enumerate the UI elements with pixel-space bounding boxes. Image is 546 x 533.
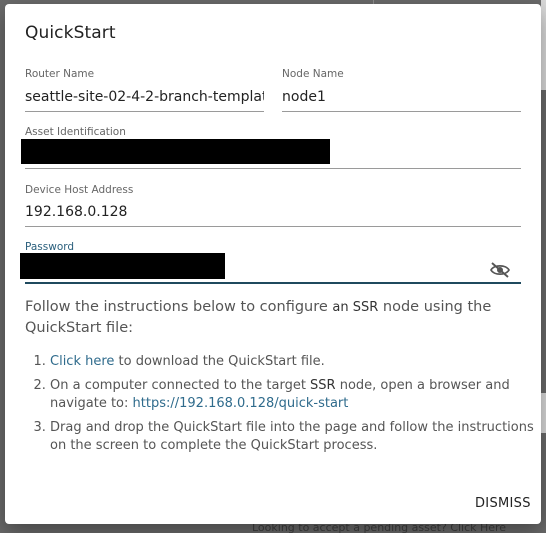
node-name-label: Node Name (282, 68, 344, 80)
eye-off-icon[interactable] (489, 261, 511, 279)
instruction-step-2-text: On a computer connected to the target (50, 378, 311, 393)
device-host-address-value[interactable]: 192.168.0.128 (25, 204, 127, 220)
background-panel-edge (541, 0, 546, 90)
router-name-label: Router Name (25, 68, 95, 80)
router-name-underline (25, 111, 264, 112)
router-name-value[interactable]: seattle-site-02-4-2-branch-template (25, 89, 264, 105)
instruction-step-2: On a computer connected to the target SS… (50, 377, 540, 413)
asset-identification-field[interactable]: Asset Identification (21, 126, 521, 169)
password-underline (25, 282, 521, 284)
instruction-step-2-ssr: SSR (310, 378, 336, 393)
device-host-address-field[interactable]: Device Host Address 192.168.0.128 (25, 184, 521, 227)
asset-identification-redacted-value[interactable] (21, 139, 330, 164)
dismiss-button[interactable]: DISMISS (471, 494, 535, 513)
password-redacted-value[interactable] (20, 253, 225, 279)
quickstart-url-link[interactable]: https://192.168.0.128/quick-start (133, 396, 349, 411)
node-name-field[interactable]: Node Name node1 (282, 68, 521, 112)
instruction-step-3-text: Drag and drop the QuickStart file into t… (50, 420, 534, 453)
instructions-intro: Follow the instructions below to configu… (25, 297, 505, 339)
quickstart-dialog: QuickStart Router Name seattle-site-02-4… (5, 4, 541, 524)
router-name-field[interactable]: Router Name seattle-site-02-4-2-branch-t… (25, 68, 264, 112)
asset-identification-label: Asset Identification (25, 126, 126, 138)
instructions-intro-ssr: an SSR (332, 300, 379, 315)
password-label: Password (25, 241, 75, 253)
node-name-underline (282, 111, 521, 112)
device-host-address-label: Device Host Address (25, 184, 134, 196)
device-host-address-underline (25, 226, 521, 227)
instruction-step-1: Click here to download the QuickStart fi… (50, 353, 540, 371)
asset-identification-underline (25, 168, 521, 169)
dialog-title: QuickStart (25, 23, 116, 43)
node-name-value[interactable]: node1 (282, 89, 326, 105)
background-panel-edge (541, 393, 546, 433)
download-link[interactable]: Click here (50, 354, 114, 369)
instruction-step-1-text: to download the QuickStart file. (114, 354, 325, 369)
instructions-list: Click here to download the QuickStart fi… (30, 353, 540, 461)
instructions-intro-text: Follow the instructions below to configu… (25, 299, 333, 315)
instruction-step-3: Drag and drop the QuickStart file into t… (50, 419, 540, 455)
password-field[interactable]: Password (20, 241, 521, 284)
